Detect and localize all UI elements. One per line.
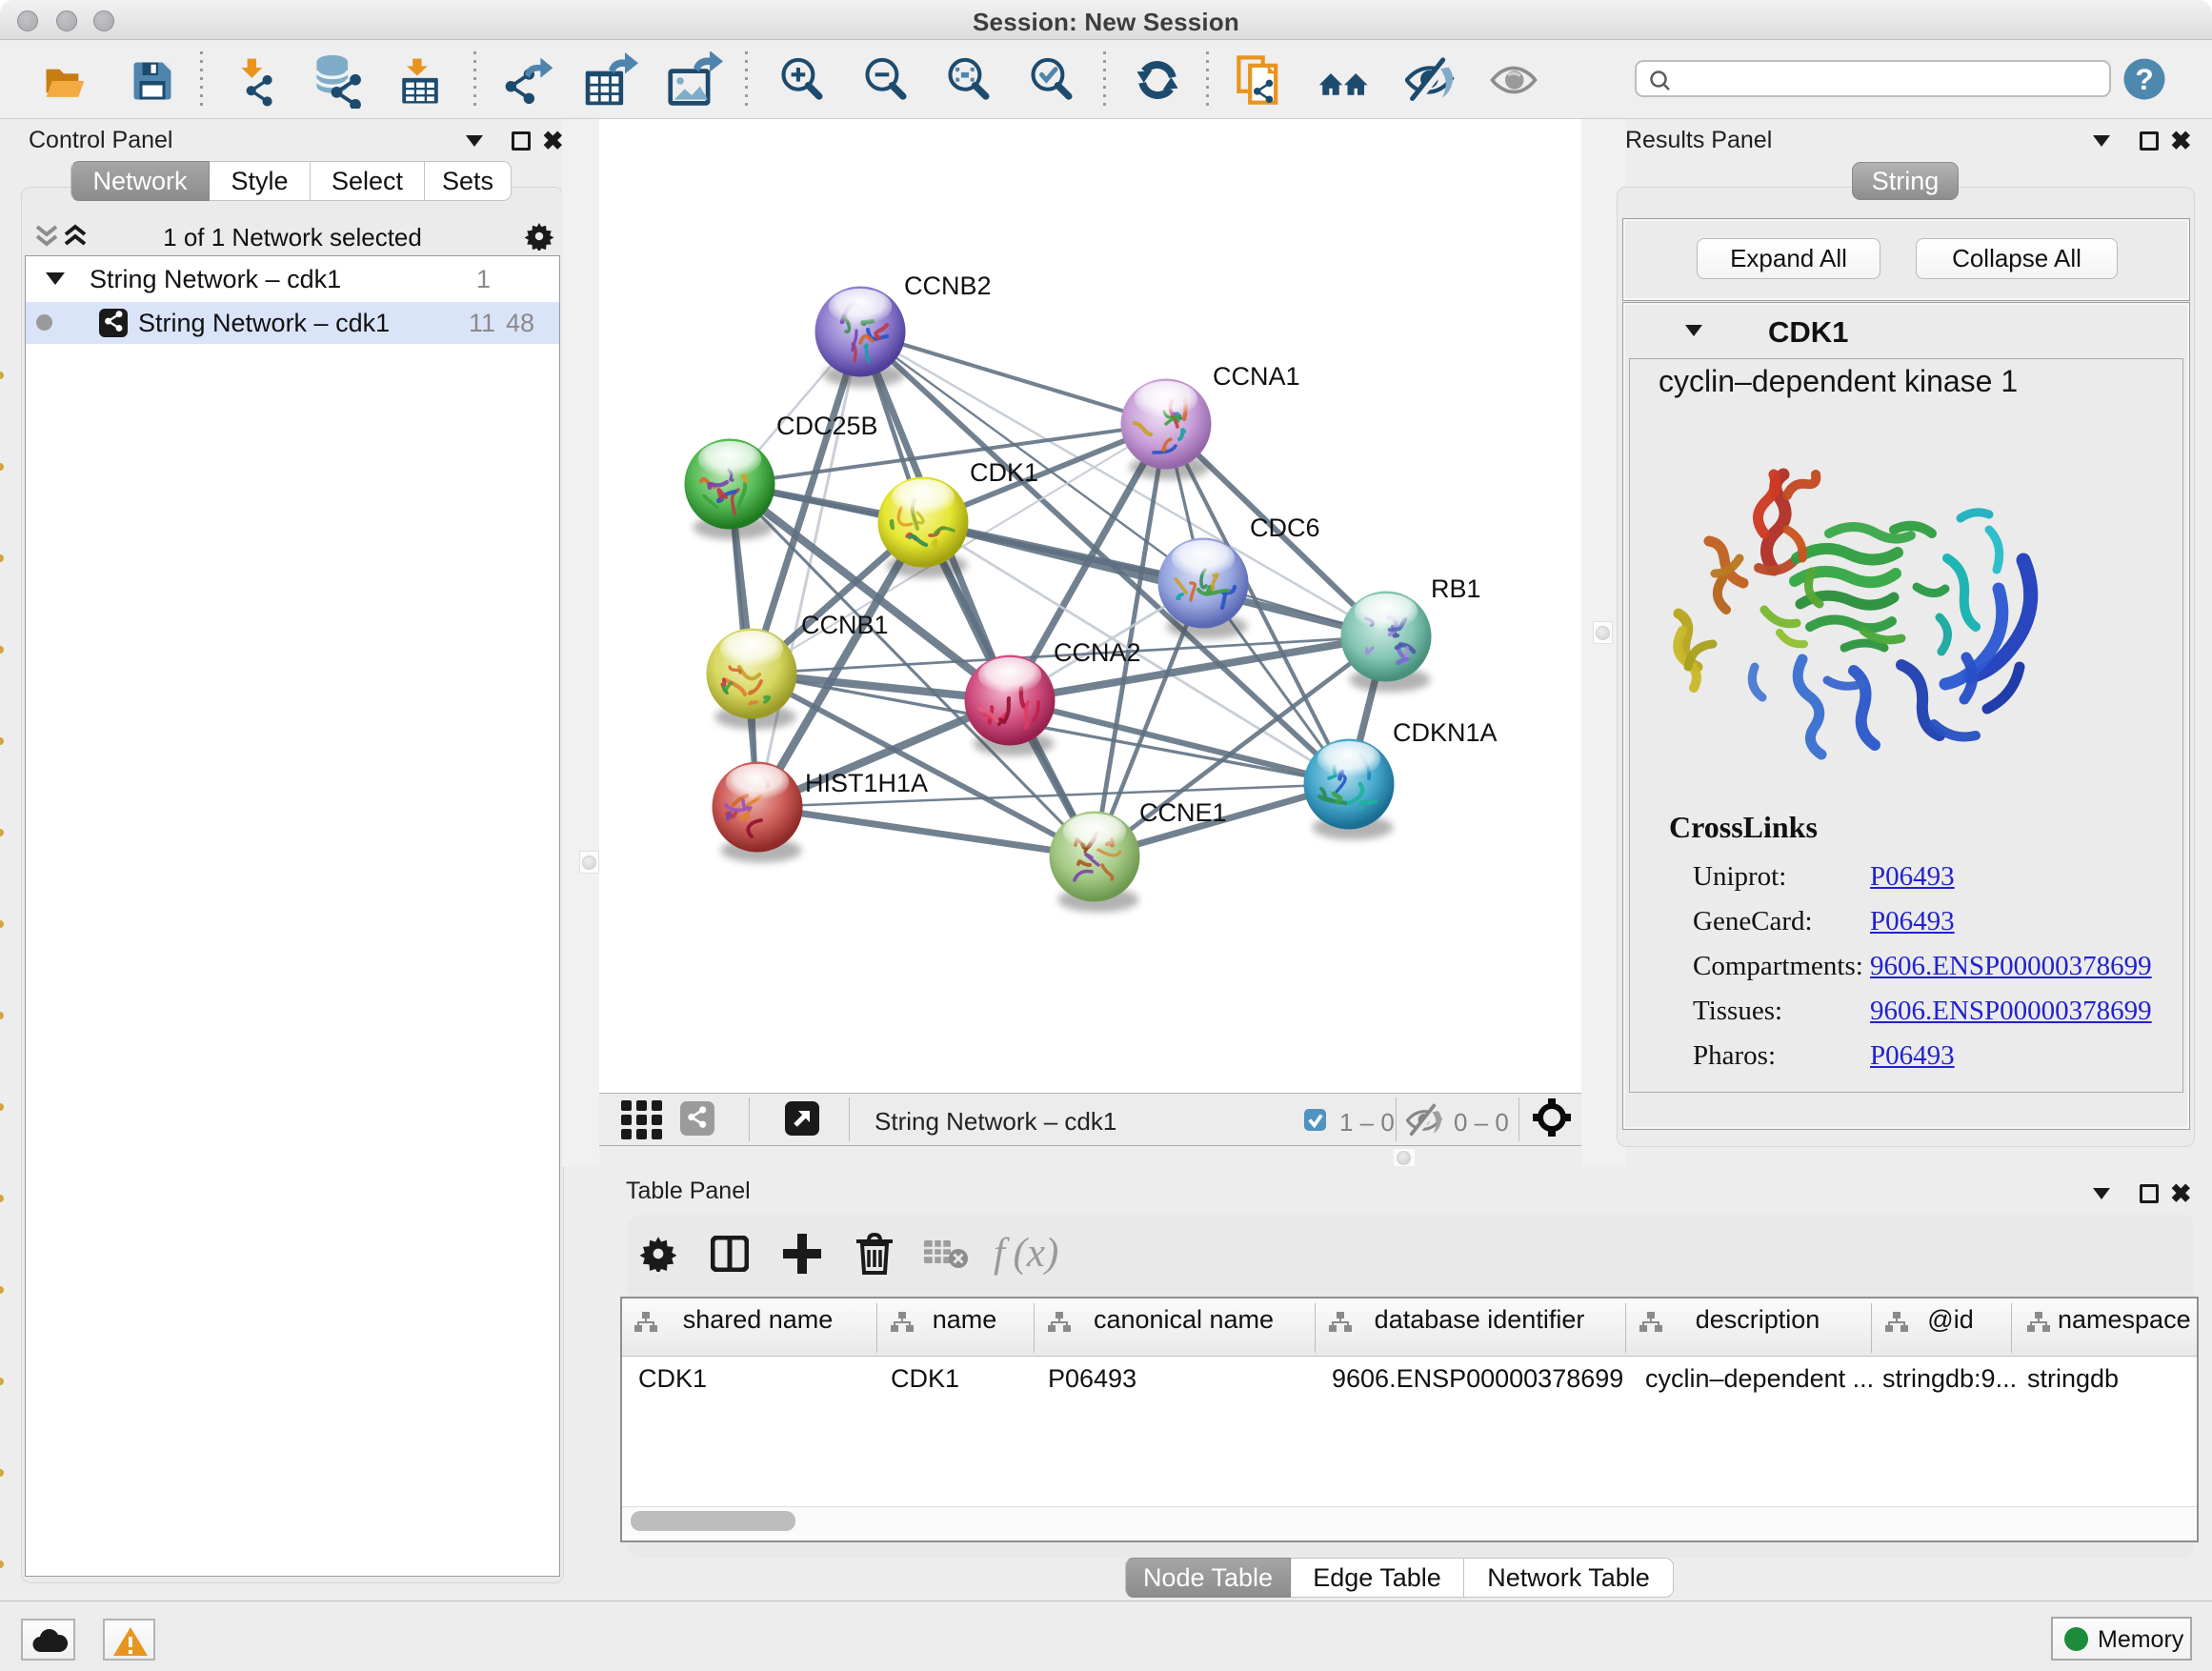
svg-text:CCNB1: CCNB1 xyxy=(801,611,889,639)
svg-text:CDC25B: CDC25B xyxy=(776,412,878,440)
svg-text:CDC6: CDC6 xyxy=(1250,513,1320,542)
svg-text:HIST1H1A: HIST1H1A xyxy=(805,769,928,797)
svg-text:CCNE1: CCNE1 xyxy=(1139,798,1227,827)
svg-text:CDK1: CDK1 xyxy=(970,458,1038,487)
svg-text:CCNA2: CCNA2 xyxy=(1054,638,1141,667)
svg-text:CCNB2: CCNB2 xyxy=(904,272,992,300)
svg-text:CDKN1A: CDKN1A xyxy=(1393,718,1498,747)
svg-text:?: ? xyxy=(2135,62,2153,96)
svg-text:CCNA1: CCNA1 xyxy=(1213,362,1300,391)
svg-text:RB1: RB1 xyxy=(1431,574,1481,603)
